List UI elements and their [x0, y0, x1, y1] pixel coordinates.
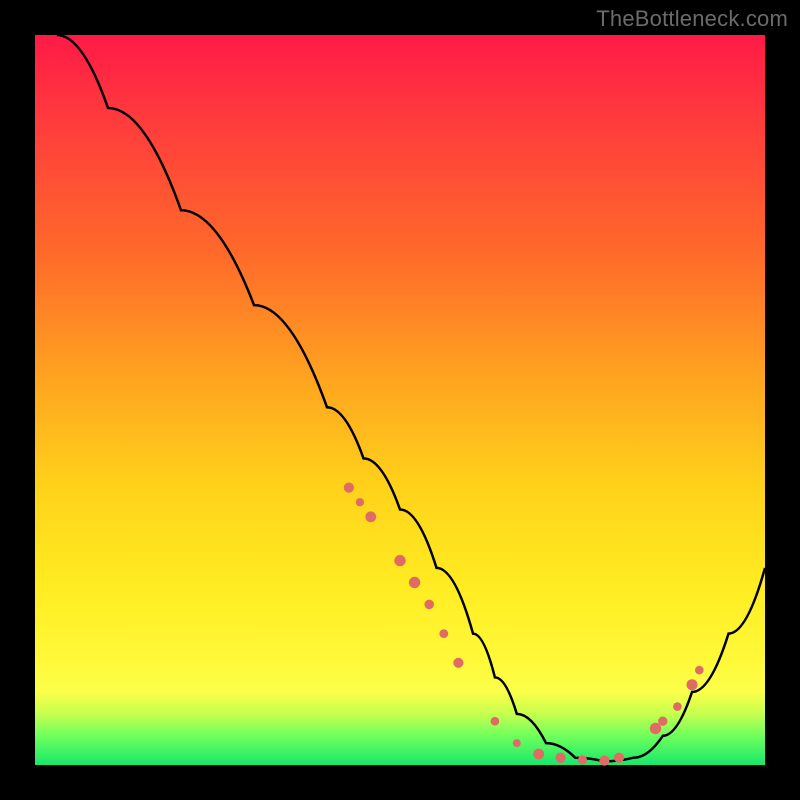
curve-marker	[453, 658, 463, 668]
curve-marker	[513, 739, 521, 747]
curve-marker	[687, 679, 698, 690]
watermark-label: TheBottleneck.com	[596, 6, 788, 32]
curve-marker	[356, 498, 364, 506]
curve-marker	[491, 717, 500, 726]
curve-marker	[695, 666, 704, 675]
curve-marker	[344, 483, 354, 493]
chart-frame: TheBottleneck.com	[0, 0, 800, 800]
curve-marker	[673, 702, 682, 711]
curve-line	[57, 35, 765, 761]
curve-marker	[555, 753, 565, 763]
curve-marker	[394, 555, 405, 566]
curve-marker	[533, 749, 544, 760]
curve-marker	[424, 600, 434, 610]
plot-area	[35, 35, 765, 765]
curve-marker	[578, 755, 587, 764]
curve-marker	[658, 717, 667, 726]
curve-marker	[599, 756, 609, 766]
curve-marker	[409, 577, 420, 588]
curve-path-group	[57, 35, 765, 761]
bottleneck-curve	[35, 35, 765, 765]
curve-marker	[614, 753, 624, 763]
curve-markers	[344, 483, 704, 766]
curve-marker	[439, 629, 448, 638]
curve-marker	[365, 511, 376, 522]
